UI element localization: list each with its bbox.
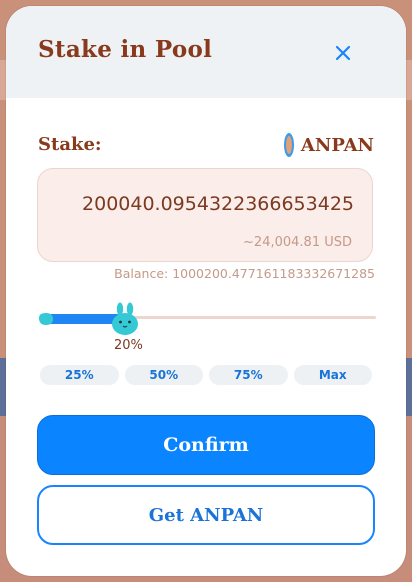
modal-title: Stake in Pool <box>38 36 213 63</box>
stake-modal: Stake in Pool Stake: ANPAN 200040.095432… <box>6 6 406 576</box>
amount-usd-value: ~24,004.81 USD <box>243 235 352 250</box>
close-icon <box>335 45 351 61</box>
pct-max-button[interactable]: Max <box>293 365 372 385</box>
anpan-coin-icon <box>283 133 294 157</box>
stake-label: Stake: <box>38 134 102 155</box>
slider-start-cap <box>38 311 54 330</box>
slider-thumb[interactable] <box>110 302 140 340</box>
close-button[interactable] <box>328 38 358 68</box>
slider-percent-label: 20% <box>114 338 143 353</box>
stake-slider[interactable] <box>38 302 376 336</box>
confirm-button[interactable]: Confirm <box>37 415 375 475</box>
token-name: ANPAN <box>300 134 374 156</box>
pct-25-button[interactable]: 25% <box>40 365 119 385</box>
get-anpan-button[interactable]: Get ANPAN <box>37 485 375 545</box>
balance-text: Balance: 1000200.477161183332671285 <box>114 266 375 281</box>
mascot-head-icon <box>39 313 53 325</box>
pct-50-button[interactable]: 50% <box>124 365 203 385</box>
amount-value: 200040.0954322366653425 <box>82 193 354 215</box>
modal-header: Stake in Pool <box>6 6 406 98</box>
token-badge: ANPAN <box>283 132 374 158</box>
bunny-mascot-icon <box>112 302 138 335</box>
quick-percent-row: 25% 50% 75% Max <box>40 365 372 385</box>
amount-input[interactable]: 200040.0954322366653425 ~24,004.81 USD <box>37 168 373 262</box>
pct-75-button[interactable]: 75% <box>209 365 288 385</box>
